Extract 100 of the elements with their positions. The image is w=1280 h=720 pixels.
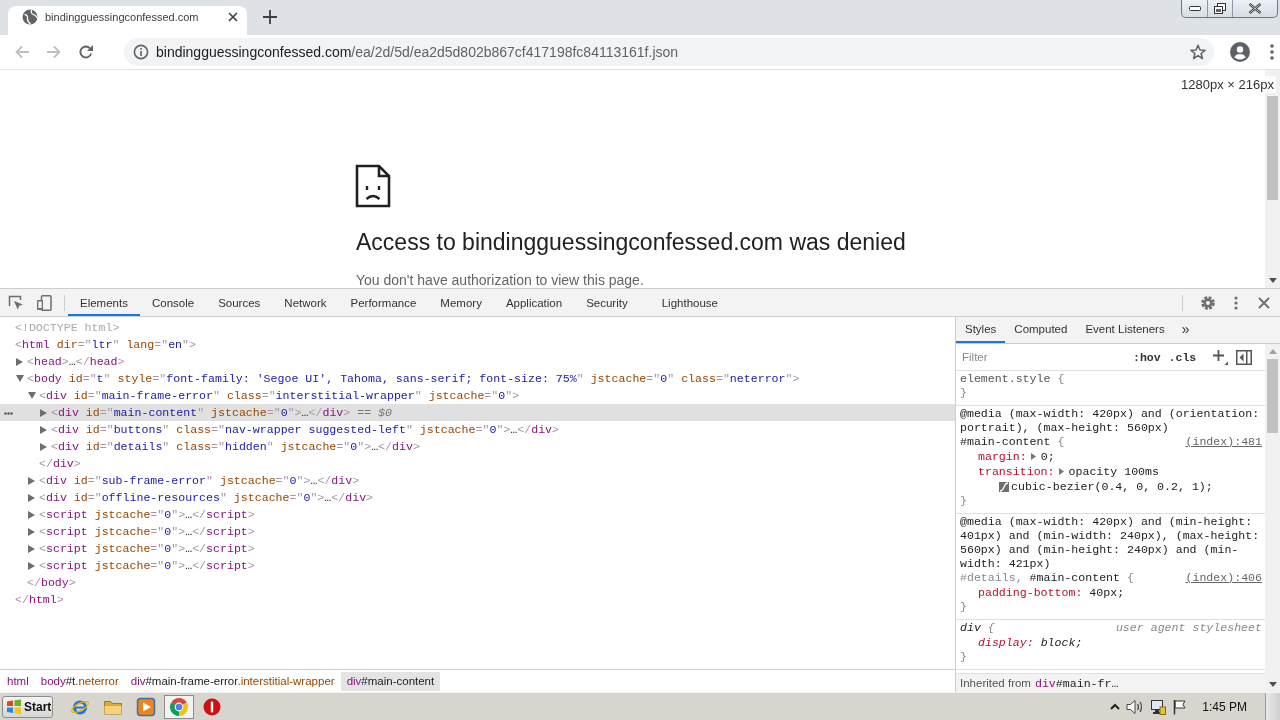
disclosure-triangle-icon[interactable] (28, 493, 35, 502)
browser-logo-icon (169, 696, 189, 717)
property-name[interactable]: transition: (978, 464, 1055, 479)
minimize-icon (1188, 5, 1201, 12)
stylesheet-origin: user agent stylesheet (1115, 621, 1262, 635)
disclosure-triangle-icon[interactable] (40, 425, 47, 434)
dom-node[interactable]: <div id="offline-resources" jstcache="0">…</div> (27, 489, 374, 506)
expand-triangle-icon[interactable] (1030, 453, 1036, 460)
sidebar-toggle-icon[interactable] (1236, 349, 1253, 365)
source-link[interactable]: (index):406 (1185, 571, 1262, 585)
disclosure-triangle-icon[interactable] (16, 375, 24, 382)
styles-pane-tab[interactable]: Styles (956, 317, 1006, 343)
devtools-tab[interactable]: Performance (338, 289, 429, 316)
disclosure-triangle-icon[interactable] (28, 527, 35, 536)
url-text[interactable]: bindingguessingconfessed.com/ea/2d/5d/ea2d5d802b867cf417198fc84113161f.json (156, 44, 679, 60)
property-name[interactable]: margin: (978, 449, 1027, 464)
disclosure-triangle-icon[interactable] (40, 442, 47, 451)
clock-time[interactable]: 1:45 PM (1202, 699, 1247, 714)
plus-icon[interactable] (263, 10, 277, 24)
disclosure-triangle-icon[interactable] (28, 510, 35, 519)
disclosure-triangle-icon[interactable] (28, 544, 35, 553)
scrollbar-thumb[interactable] (1267, 96, 1278, 200)
breadcrumb[interactable]: div#main-frame-error.interstitial-wrapper (124, 671, 341, 691)
devtools-tab[interactable]: Network (272, 289, 339, 316)
property-name[interactable]: padding-bottom: (978, 585, 1083, 600)
devtools-tab[interactable]: Security (574, 289, 640, 316)
menu-icon[interactable] (1270, 44, 1274, 60)
more-options-icon[interactable] (1234, 295, 1238, 310)
devtools-tab[interactable]: Console (139, 289, 207, 316)
property-value[interactable]: opacity 100ms (1068, 464, 1159, 479)
size-overlay: 1280px × 216px (1179, 76, 1276, 93)
disclosure-triangle-icon[interactable] (28, 392, 36, 399)
breadcrumb[interactable]: div#main-content (340, 671, 441, 691)
element-state-button[interactable]: :hov (1133, 350, 1161, 364)
property-name[interactable]: display: (978, 635, 1034, 650)
disclosure-triangle-icon[interactable] (28, 476, 35, 485)
taskbar-button[interactable] (164, 694, 194, 719)
dom-closing-tag: </div> (39, 455, 81, 472)
dom-node[interactable]: <head>…</head> (15, 353, 125, 370)
dom-node[interactable]: <body id="t" style="font-family: 'Segoe UI', Tahoma, sans-serif; font-size: 75%" jstcache="0" class="neterror"> (15, 370, 800, 387)
dom-node[interactable]: <div id="buttons" class="nav-wrapper suggested-left" jstcache="0">…</div> (39, 421, 560, 438)
devtools-tab[interactable]: Sources (206, 289, 273, 316)
network-icon[interactable] (1150, 698, 1167, 715)
property-value[interactable]: cubic-bezier(0.4, 0, 0.2, 1); (1011, 479, 1213, 494)
scrollbar-thumb[interactable] (1267, 359, 1278, 433)
account-icon[interactable] (1230, 42, 1250, 62)
close-icon[interactable] (228, 12, 238, 22)
reload-icon[interactable] (78, 44, 94, 60)
devtools-tab[interactable]: Memory (428, 289, 494, 316)
chevron-up-icon[interactable] (1110, 703, 1121, 710)
expand-triangle-icon[interactable] (1058, 468, 1064, 475)
breadcrumb[interactable]: html (1, 671, 35, 691)
scroll-down-icon[interactable] (1268, 278, 1277, 283)
property-value[interactable]: 40px; (1089, 585, 1125, 600)
dom-node[interactable]: <html dir="ltr" lang="en"> (15, 336, 196, 353)
add-rule-icon[interactable] (1212, 349, 1229, 365)
dom-node[interactable]: <script jstcache="0">…</script> (27, 523, 255, 540)
dom-node[interactable]: <script jstcache="0">…</script> (27, 540, 255, 557)
class-toggle-button[interactable]: .cls (1168, 350, 1197, 364)
dom-node[interactable]: <script jstcache="0">…</script> (27, 506, 255, 523)
devtools-tab[interactable]: Application (493, 289, 575, 316)
settings-icon[interactable] (1200, 294, 1216, 311)
property-value[interactable]: block; (1040, 635, 1083, 650)
css-selector: element.style { (960, 372, 1065, 386)
sad-page-icon (355, 164, 391, 208)
more-tabs-button[interactable]: » (1177, 317, 1194, 343)
disclosure-triangle-icon[interactable] (28, 561, 35, 570)
breadcrumb[interactable]: body#t.neterror (34, 671, 125, 691)
styles-pane-tab[interactable]: Computed (1005, 317, 1077, 343)
element-link[interactable]: div#main-fr… (1034, 676, 1119, 690)
address-bar[interactable]: bindingguessingconfessed.com/ea/2d/5d/ea2d5d802b867cf417198fc84113161f.json (124, 38, 1214, 66)
disclosure-triangle-icon[interactable] (16, 357, 23, 366)
dom-node[interactable]: <div id="main-content" jstcache="0">…</div> == $0 (0, 404, 955, 421)
closing-brace: } (960, 386, 968, 400)
info-icon[interactable] (133, 44, 149, 60)
close-icon (1248, 3, 1262, 14)
closing-brace: } (960, 494, 968, 508)
browser-tab[interactable]: bindingguessingconfessed.com (8, 6, 247, 35)
source-link[interactable]: (index):481 (1185, 435, 1262, 449)
device-toolbar-icon[interactable] (36, 294, 52, 311)
restore-icon (1214, 3, 1226, 14)
inspect-element-icon[interactable] (8, 294, 24, 311)
dom-node[interactable]: <div id="details" class="hidden" jstcache="0">…</div> (39, 438, 420, 455)
disclosure-triangle-icon[interactable] (40, 408, 47, 417)
star-icon[interactable] (1190, 44, 1206, 60)
styles-pane-tab[interactable]: Event Listeners (1076, 317, 1174, 343)
close-icon[interactable] (1258, 296, 1270, 309)
dom-node[interactable]: <div id="main-frame-error" class="interstitial-wrapper" jstcache="0"> (27, 387, 520, 404)
devtools-tab[interactable]: Lighthouse (649, 289, 730, 316)
dom-node[interactable]: <div id="sub-frame-error" jstcache="0">…</div> (27, 472, 360, 489)
speaker-icon[interactable] (1126, 698, 1145, 715)
start-button[interactable]: Start (2, 695, 53, 718)
scroll-down-icon[interactable] (1268, 682, 1277, 687)
dom-node[interactable]: <script jstcache="0">…</script> (27, 557, 255, 574)
scrollbar[interactable] (1265, 344, 1280, 692)
flag-icon[interactable] (1172, 698, 1189, 715)
property-value[interactable]: 0; (1040, 449, 1055, 464)
devtools-tab[interactable]: Elements (68, 289, 140, 316)
bezier-curve-icon[interactable] (999, 481, 1009, 492)
more-dots-icon[interactable] (4, 412, 13, 415)
